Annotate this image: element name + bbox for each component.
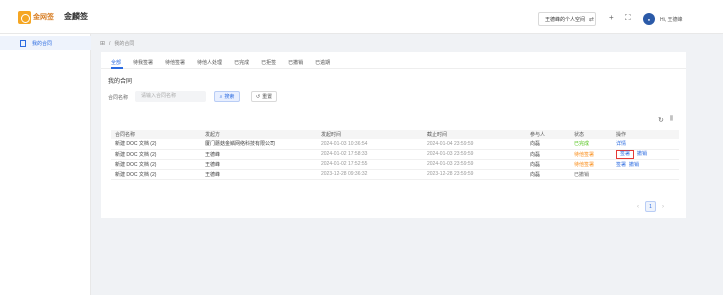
table-row: 新建 DOC 文档 (2) 厦门蘑菇金鳞网络科技有限公司 2024-01-03 … (111, 139, 679, 150)
breadcrumb: ⊞ / 我的合同 (100, 40, 135, 48)
app-logo[interactable]: 金网签 (18, 9, 58, 25)
breadcrumb-separator: / (109, 40, 111, 47)
tabs-divider (101, 68, 686, 69)
space-label: 王德峰的个人空间 (545, 16, 586, 23)
cell-start-time: 2023-12-28 09:36:32 (317, 169, 423, 180)
cell-name: 新建 DOC 文档 (2) (111, 159, 201, 170)
tab-pending-others[interactable]: 待他人处理 (197, 59, 222, 67)
sign-link[interactable]: 签署 (616, 149, 635, 159)
cell-initiator: 王德峰 (201, 149, 317, 160)
reset-button-label: 重置 (262, 94, 273, 100)
tab-completed[interactable]: 已完成 (234, 59, 249, 67)
cell-name: 新建 DOC 文档 (2) (111, 139, 201, 150)
active-tab-indicator (111, 67, 123, 69)
cell-end-time: 2023-12-28 23:59:59 (423, 169, 526, 180)
search-button[interactable]: ⌕ 搜索 (214, 91, 240, 102)
status-badge: 已撤销 (570, 169, 612, 180)
document-icon (20, 39, 26, 47)
cell-end-time: 2024-01-04 23:59:59 (423, 139, 526, 150)
table-header-row: 合同名称 发起方 发起时间 截止时间 参与人 状态 操作 (111, 130, 679, 139)
cell-start-time: 2024-01-02 17:52:55 (317, 159, 423, 170)
prev-page-icon[interactable]: ‹ (637, 204, 639, 210)
table-row: 新建 DOC 文档 (2) 王德峰 2023-12-28 09:36:32 20… (111, 169, 679, 180)
column-header-initiator: 发起方 (201, 130, 317, 139)
fullscreen-icon[interactable]: ⛶ (625, 14, 631, 22)
next-page-icon[interactable]: › (662, 204, 664, 210)
cell-participant: 向磊 (526, 139, 570, 150)
sign-link[interactable]: 签署 (616, 162, 626, 168)
tab-revoked[interactable]: 已撤销 (288, 59, 303, 67)
add-icon[interactable]: + (609, 14, 614, 22)
column-header-name: 合同名称 (111, 130, 201, 139)
reset-icon: ↺ (255, 93, 261, 100)
breadcrumb-current: 我的合同 (114, 41, 135, 47)
filter-label: 合同名称 (108, 95, 129, 101)
cell-name: 新建 DOC 文档 (2) (111, 149, 201, 160)
switch-icon: ⇄ (589, 16, 595, 23)
cell-initiator: 王德峰 (201, 159, 317, 170)
app-title: 金麟签 (64, 12, 88, 21)
top-bar: 金网签 金麟签 王德峰的个人空间 ⇄ + ⛶ ● Hi, 王德峰 (0, 0, 723, 34)
avatar[interactable]: ● (643, 13, 655, 25)
revoke-link[interactable]: 撤销 (637, 151, 647, 157)
contract-name-input[interactable]: 请输入合同名称 (135, 91, 206, 102)
column-header-actions: 操作 (612, 130, 679, 139)
table-row: 新建 DOC 文档 (2) 王德峰 2024-01-02 17:52:55 20… (111, 159, 679, 170)
contracts-table: 合同名称 发起方 发起时间 截止时间 参与人 状态 操作 新建 DOC 文档 (… (111, 130, 679, 180)
search-icon: ⌕ (219, 93, 223, 100)
reset-button[interactable]: ↺ 重置 (251, 91, 277, 102)
sidebar: 我的合同 (0, 34, 91, 295)
column-settings-icon[interactable]: ⫼ (670, 116, 673, 123)
page-button-current[interactable]: 1 (645, 201, 656, 212)
cell-end-time: 2024-01-03 23:59:59 (423, 149, 526, 160)
cell-initiator: 王德峰 (201, 169, 317, 180)
section-title: 我的合同 (108, 79, 133, 85)
search-button-label: 搜索 (224, 94, 235, 100)
cell-name: 新建 DOC 文档 (2) (111, 169, 201, 180)
cell-actions: 签署 撤销 (612, 149, 679, 160)
refresh-icon[interactable]: ↻ (658, 116, 664, 124)
main-panel: 全部 待我签署 待他签署 待他人处理 已完成 已拒签 已撤销 已逾期 我的合同 … (101, 52, 686, 218)
pagination: ‹ 1 › (637, 201, 664, 212)
status-badge: 待他签署 (570, 149, 612, 160)
logo-text: 金网签 (33, 13, 54, 21)
table-row: 新建 DOC 文档 (2) 王德峰 2024-01-02 17:58:33 20… (111, 149, 679, 160)
tab-all[interactable]: 全部 (111, 59, 121, 67)
sidebar-item-label: 我的合同 (32, 40, 53, 47)
status-tabs: 全部 待我签署 待他签署 待他人处理 已完成 已拒签 已撤销 已逾期 (111, 59, 342, 67)
cell-participant: 向磊 (526, 149, 570, 160)
cell-actions: 详情 (612, 139, 679, 150)
revoke-link[interactable]: 撤销 (629, 162, 639, 168)
tab-expired[interactable]: 已逾期 (315, 59, 330, 67)
cell-participant: 向磊 (526, 159, 570, 170)
column-header-status: 状态 (570, 130, 612, 139)
cell-start-time: 2024-01-03 10:36:54 (317, 139, 423, 150)
tab-pending-my-sign[interactable]: 待我签署 (133, 59, 153, 67)
column-header-end-time: 截止时间 (423, 130, 526, 139)
cell-participant: 向磊 (526, 169, 570, 180)
space-switcher[interactable]: 王德峰的个人空间 ⇄ (538, 12, 596, 26)
column-header-participant: 参与人 (526, 130, 570, 139)
status-badge: 已完成 (570, 139, 612, 150)
cell-actions (612, 169, 679, 180)
status-badge: 待他签署 (570, 159, 612, 170)
tab-rejected[interactable]: 已拒签 (261, 59, 276, 67)
grid-icon[interactable]: ⊞ (100, 40, 105, 47)
tab-pending-their-sign[interactable]: 待他签署 (165, 59, 185, 67)
cell-actions: 签署 撤销 (612, 159, 679, 170)
cell-start-time: 2024-01-02 17:58:33 (317, 149, 423, 160)
cell-end-time: 2024-01-03 23:59:59 (423, 159, 526, 170)
detail-link[interactable]: 详情 (616, 141, 626, 147)
logo-icon (18, 10, 31, 24)
user-name[interactable]: Hi, 王德峰 (660, 16, 683, 23)
sidebar-item-my-contracts[interactable]: 我的合同 (0, 36, 91, 50)
column-header-start-time: 发起时间 (317, 130, 423, 139)
cell-initiator: 厦门蘑菇金鳞网络科技有限公司 (201, 139, 317, 150)
